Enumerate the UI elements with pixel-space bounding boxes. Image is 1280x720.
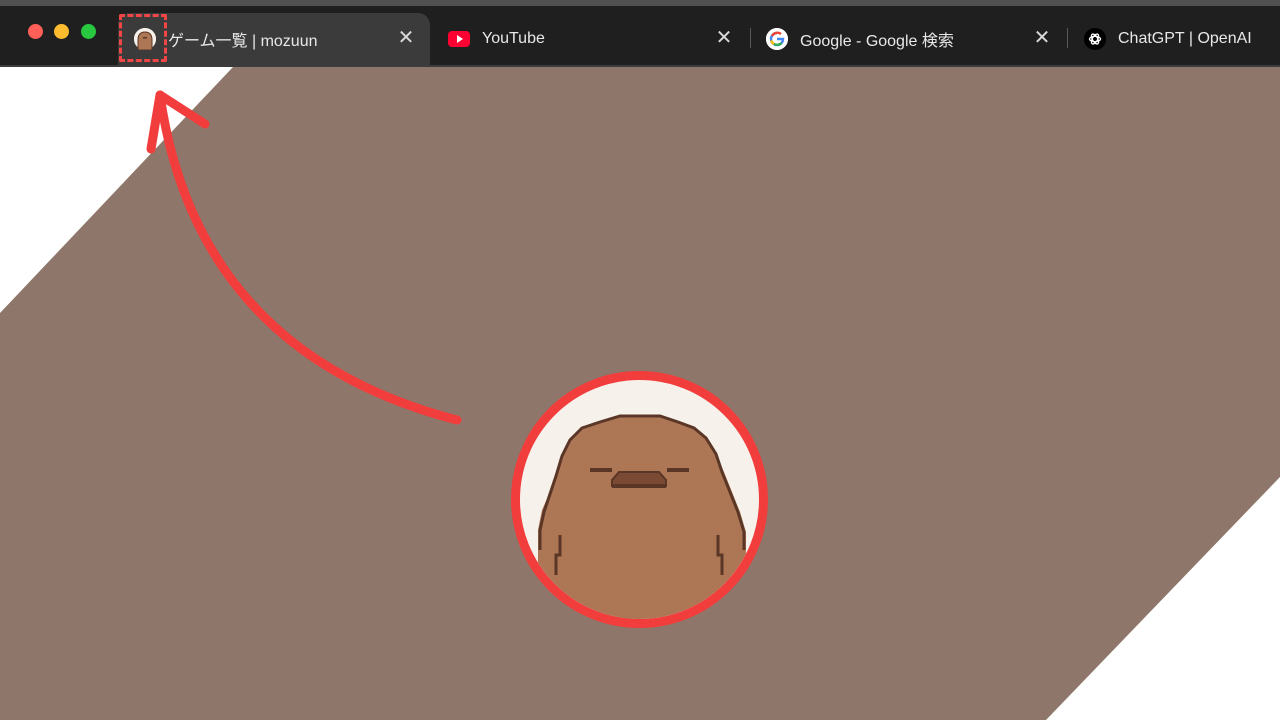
window-maximize-button[interactable] [81,24,96,39]
browser-tab-strip: ゲーム一覧 | mozuun ✕ YouTube ✕ Google - Goog… [0,0,1280,67]
google-icon [766,28,788,50]
page-content [0,67,1280,720]
tab-title: ゲーム一覧 | mozuun [168,33,318,50]
youtube-icon [448,28,470,50]
pixel-mole-character [538,414,746,619]
tab-title: YouTube [482,30,545,47]
tab-close-icon[interactable]: ✕ [1032,28,1052,48]
mascot-avatar [511,371,768,628]
window-close-button[interactable] [28,24,43,39]
tab-chatgpt[interactable]: ChatGPT | OpenAI [1068,13,1280,65]
tab-youtube[interactable]: YouTube ✕ [432,13,748,65]
window-minimize-button[interactable] [54,24,69,39]
openai-icon [1084,28,1106,50]
tab-close-icon[interactable]: ✕ [396,28,416,48]
tab-title: ChatGPT | OpenAI [1118,30,1252,47]
tab-title: Google - Google 検索 [800,33,954,50]
tab-google[interactable]: Google - Google 検索 ✕ [750,13,1066,65]
tab-close-icon[interactable]: ✕ [714,28,734,48]
favicon-highlight-box [119,14,167,62]
